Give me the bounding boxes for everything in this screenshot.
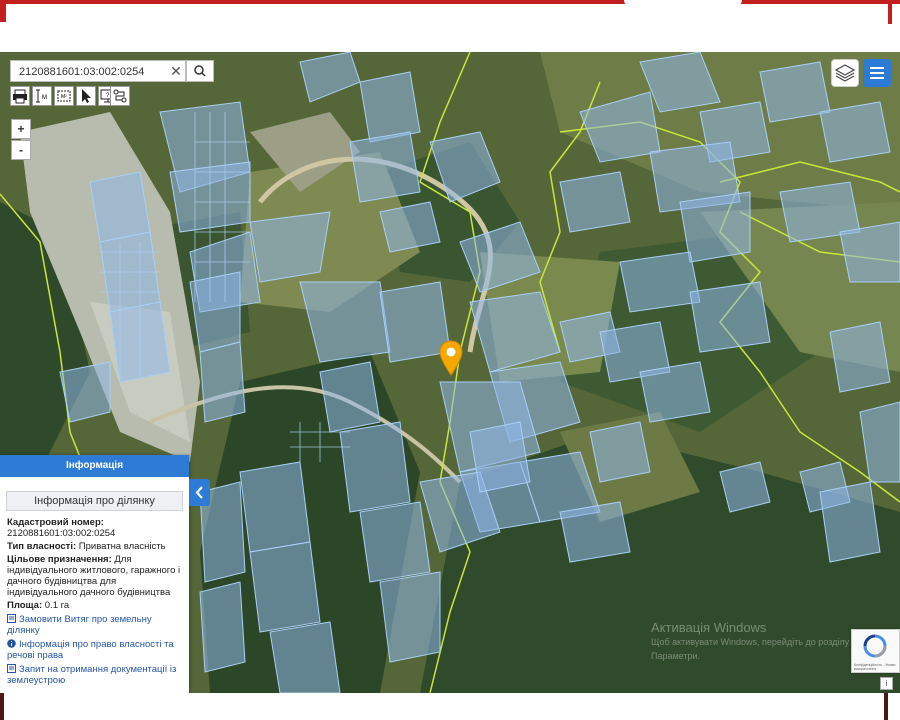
bottom-left-mark	[0, 693, 4, 720]
parcel-info-title: Інформація про ділянку	[6, 491, 183, 511]
top-header	[0, 0, 900, 52]
search-icon	[194, 65, 206, 77]
search-input[interactable]: 2120881601:03:002:0254	[10, 60, 186, 82]
recaptcha-icon	[863, 634, 887, 658]
ownership-label: Тип власності:	[7, 541, 77, 552]
info-panel: Інформація Інформація про ділянку Кадаст…	[0, 455, 189, 693]
cadastral-label: Кадастровий номер:	[7, 517, 104, 528]
header-right-accent	[888, 0, 892, 24]
area-value: 0.1 га	[44, 600, 70, 611]
purpose-label: Цільове призначення:	[7, 554, 112, 565]
clear-search-icon[interactable]: ✕	[166, 60, 186, 82]
info-icon	[7, 639, 16, 648]
attribution-button[interactable]: i	[880, 677, 893, 690]
area-label: Площа:	[7, 600, 43, 611]
zoom-out-button[interactable]: -	[11, 140, 31, 160]
ownership-value: Приватна власність	[78, 541, 166, 552]
header-left-accent	[0, 0, 6, 22]
layers-icon	[834, 64, 856, 82]
cadastral-value: 2120881601:03:002:0254	[7, 528, 116, 539]
recaptcha-text: Конфіденційність - Умови використання	[854, 663, 896, 671]
print-button[interactable]	[10, 86, 30, 106]
route-button[interactable]	[110, 86, 130, 106]
parcel-info-body: Кадастровий номер: 2120881601:03:002:025…	[0, 511, 189, 686]
header-tab	[624, 0, 742, 6]
select-button[interactable]	[76, 86, 96, 106]
recaptcha-badge[interactable]: Конфіденційність - Умови використання	[851, 629, 900, 673]
order-extract-text: Замовити Витяг про земельну ділянку	[7, 614, 152, 636]
measure-length-button[interactable]: M	[32, 86, 52, 106]
layers-button[interactable]	[831, 59, 859, 87]
bottom-bar	[0, 693, 900, 720]
bottom-right-mark	[884, 693, 888, 720]
collapse-panel-button[interactable]	[189, 479, 210, 506]
menu-button[interactable]	[863, 59, 891, 87]
svg-text:M: M	[42, 95, 47, 101]
header-accent-line	[0, 0, 900, 4]
zoom-in-button[interactable]: +	[11, 119, 31, 139]
svg-text:M²: M²	[61, 94, 67, 100]
route-icon	[113, 89, 127, 103]
measure-area-button[interactable]: M²	[54, 86, 74, 106]
land-docs-request-link[interactable]: Запит на отримання документації із земле…	[7, 664, 182, 686]
cursor-icon	[82, 89, 91, 103]
measure-length-icon: M	[36, 89, 47, 103]
document-icon	[7, 664, 16, 673]
land-docs-request-text: Запит на отримання документації із земле…	[7, 664, 177, 686]
location-pin-icon[interactable]	[439, 340, 463, 376]
search-button[interactable]	[186, 60, 214, 82]
printer-icon	[13, 89, 27, 104]
chevron-left-icon	[195, 486, 203, 499]
order-extract-link[interactable]: Замовити Витяг про земельну ділянку	[7, 614, 182, 636]
document-icon	[7, 614, 16, 623]
info-panel-header: Інформація	[0, 455, 189, 477]
hamburger-icon	[870, 67, 884, 79]
measure-area-icon: M²	[57, 90, 71, 102]
ownership-rights-link[interactable]: Інформація про право власності та речові…	[7, 639, 182, 661]
ownership-rights-text: Інформація про право власності та речові…	[7, 639, 174, 661]
